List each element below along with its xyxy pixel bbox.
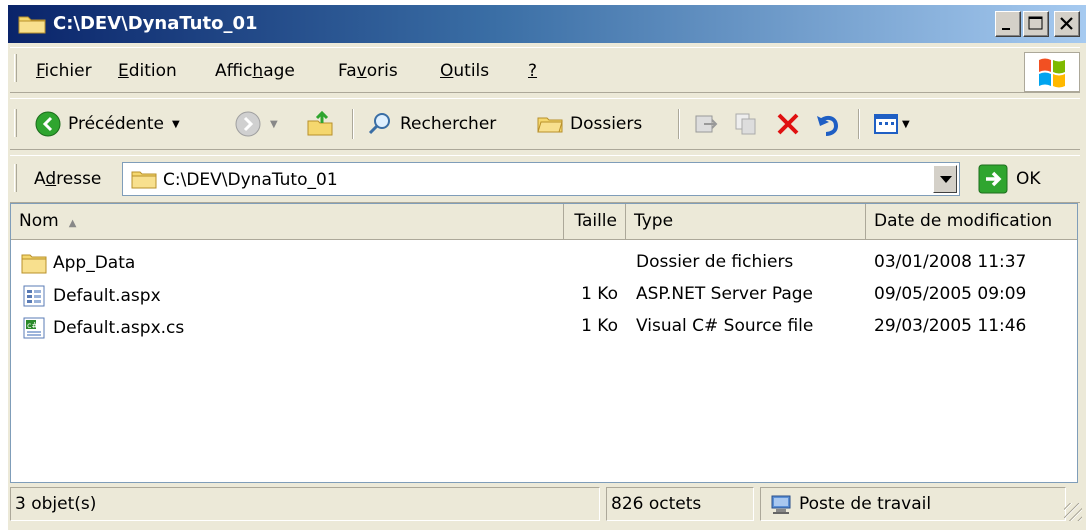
move-to-button[interactable] (692, 107, 720, 141)
menu-bar: Fichier Edition Affichage Favoris Outils… (10, 47, 1080, 93)
address-bar: Adresse C:\DEV\DynaTuto_01 OK (10, 155, 1080, 203)
file-name: Default.aspx.cs (53, 318, 185, 338)
folder-icon (18, 14, 46, 39)
folders-label: Dossiers (570, 114, 643, 134)
window-title: C:\DEV\DynaTuto_01 (53, 13, 258, 34)
views-dropdown-icon[interactable]: ▼ (902, 119, 910, 130)
list-item[interactable]: c# Default.aspx.cs 1 Ko Visual C# Source… (11, 310, 1077, 342)
csharp-file-icon: c# (23, 317, 45, 339)
svg-text:c#: c# (27, 321, 38, 330)
address-input[interactable]: C:\DEV\DynaTuto_01 (122, 162, 960, 196)
file-type: Visual C# Source file (636, 316, 814, 336)
menu-outils[interactable]: Outils (440, 61, 489, 81)
minimize-button[interactable] (995, 11, 1021, 37)
file-type: Dossier de fichiers (636, 252, 794, 272)
menu-grip[interactable] (14, 54, 17, 82)
column-header-date[interactable]: Date de modification (866, 204, 1077, 239)
folders-icon (537, 117, 563, 133)
up-folder-icon (307, 110, 333, 136)
move-to-icon (695, 115, 718, 133)
undo-button[interactable] (814, 107, 842, 141)
status-count: 3 objet(s) (10, 487, 600, 521)
close-icon (1060, 17, 1073, 30)
file-type: ASP.NET Server Page (636, 284, 813, 304)
file-name: Default.aspx (53, 286, 161, 306)
forward-arrow-icon (235, 111, 261, 137)
title-bar[interactable]: C:\DEV\DynaTuto_01 (8, 5, 1086, 43)
address-grip[interactable] (14, 164, 17, 192)
menu-edition[interactable]: Edition (118, 61, 177, 81)
windows-logo-icon (1024, 52, 1080, 92)
sort-ascending-icon: ▲ (68, 218, 77, 229)
maximize-button[interactable] (1023, 11, 1049, 37)
column-header-size[interactable]: Taille (564, 204, 626, 239)
go-arrow-icon (978, 164, 1008, 194)
copy-to-button[interactable] (732, 107, 760, 141)
status-bar: 3 objet(s) 826 octets Poste de travail (8, 483, 1086, 527)
resize-grip[interactable] (1064, 503, 1082, 521)
back-label: Précédente (68, 114, 164, 134)
close-button[interactable] (1054, 11, 1080, 37)
maximize-icon (1028, 16, 1043, 30)
delete-icon (777, 113, 799, 135)
search-button[interactable]: Rechercher (366, 107, 496, 141)
back-button[interactable]: Précédente ▼ (34, 107, 180, 141)
views-button[interactable]: ▼ (872, 107, 910, 141)
column-header-type[interactable]: Type (626, 204, 866, 239)
copy-to-icon (735, 113, 756, 135)
file-date: 29/03/2005 11:46 (874, 316, 1027, 336)
folder-icon (131, 171, 157, 189)
menu-help[interactable]: ? (528, 61, 537, 81)
file-size: 1 Ko (581, 284, 618, 304)
list-header: Nom ▲ Taille Type Date de modification (11, 204, 1077, 240)
search-label: Rechercher (400, 114, 497, 134)
address-label: Adresse (34, 169, 102, 189)
explorer-window: C:\DEV\DynaTuto_01 Fichier Edition Affic… (8, 5, 1086, 530)
file-name: App_Data (53, 253, 136, 273)
forward-dropdown-icon[interactable]: ▼ (270, 119, 278, 130)
views-icon (874, 114, 898, 134)
go-button[interactable]: OK (978, 164, 1041, 194)
menu-favoris[interactable]: Favoris (338, 61, 398, 81)
file-list[interactable]: Nom ▲ Taille Type Date de modification Ap… (10, 203, 1078, 483)
computer-icon (771, 495, 791, 514)
list-item[interactable]: Default.aspx 1 Ko ASP.NET Server Page 09… (11, 278, 1077, 310)
undo-icon (817, 115, 839, 136)
delete-button[interactable] (774, 107, 802, 141)
status-size: 826 octets (606, 487, 754, 521)
go-label: OK (1016, 169, 1041, 189)
toolbar-grip[interactable] (14, 109, 17, 137)
menu-fichier[interactable]: Fichier (36, 61, 92, 81)
standard-toolbar: Précédente ▼ ▼ Rechercher Dossiers ▼ (10, 98, 1080, 150)
up-folder-button[interactable] (306, 107, 336, 141)
search-icon (368, 113, 390, 135)
toolbar-separator (352, 109, 354, 139)
list-item[interactable]: App_Data Dossier de fichiers 03/01/2008 … (11, 246, 1077, 278)
toolbar-separator (678, 109, 680, 139)
file-size: 1 Ko (581, 316, 618, 336)
folders-button[interactable]: Dossiers (536, 107, 642, 141)
address-value: C:\DEV\DynaTuto_01 (163, 170, 338, 190)
file-date: 09/05/2005 09:09 (874, 284, 1027, 304)
back-dropdown-icon[interactable]: ▼ (172, 119, 180, 130)
status-zone: Poste de travail (760, 487, 1066, 521)
back-arrow-icon (35, 111, 61, 137)
folder-icon (21, 254, 47, 274)
address-dropdown-button[interactable] (933, 165, 957, 193)
column-header-name[interactable]: Nom ▲ (11, 204, 564, 239)
forward-button[interactable]: ▼ (234, 107, 278, 141)
minimize-icon (1002, 28, 1010, 30)
menu-affichage[interactable]: Affichage (215, 61, 295, 81)
toolbar-separator (858, 109, 860, 139)
file-date: 03/01/2008 11:37 (874, 252, 1027, 272)
aspx-file-icon (23, 285, 45, 307)
